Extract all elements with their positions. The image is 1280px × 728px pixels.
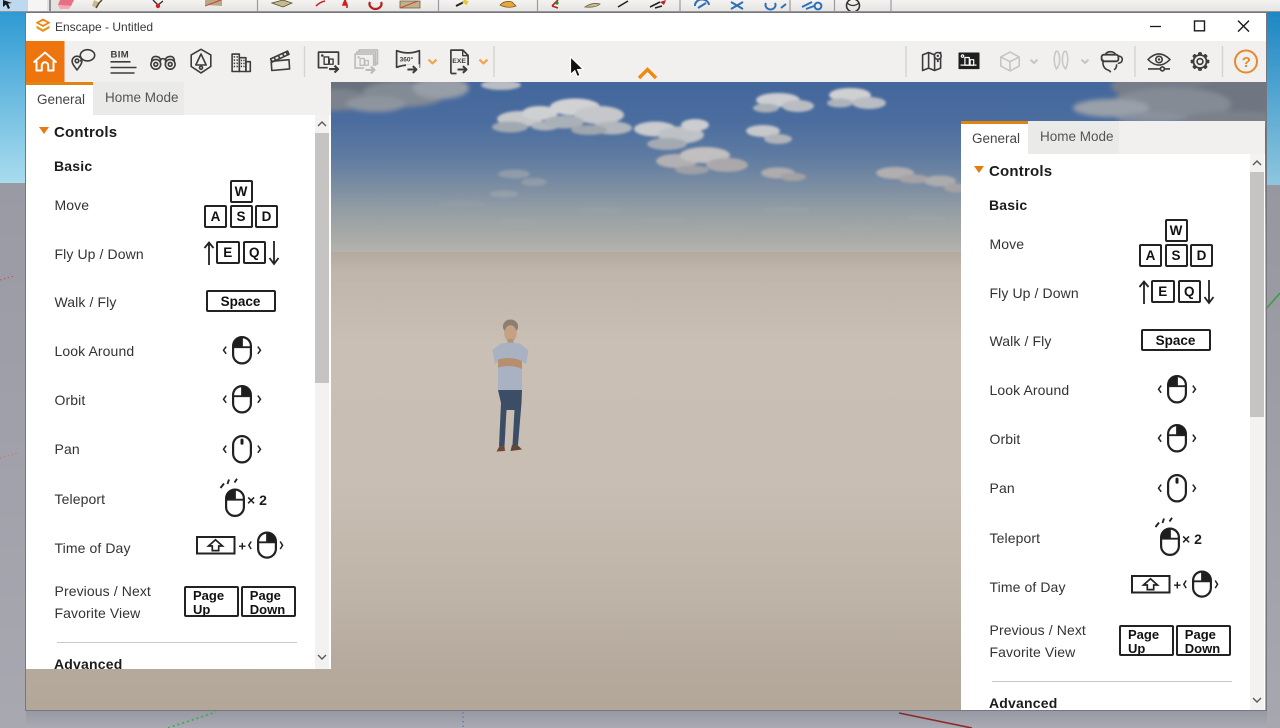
svg-text:× 2: × 2	[1182, 531, 1202, 547]
svg-text:360°: 360°	[400, 56, 414, 64]
svg-text:+: +	[238, 539, 246, 554]
svg-text:EXE: EXE	[452, 58, 466, 65]
svg-text:× 2: × 2	[247, 492, 267, 508]
svg-text:?: ?	[1242, 54, 1251, 71]
svg-text:BIM: BIM	[111, 50, 130, 61]
svg-text:+: +	[1173, 578, 1181, 593]
